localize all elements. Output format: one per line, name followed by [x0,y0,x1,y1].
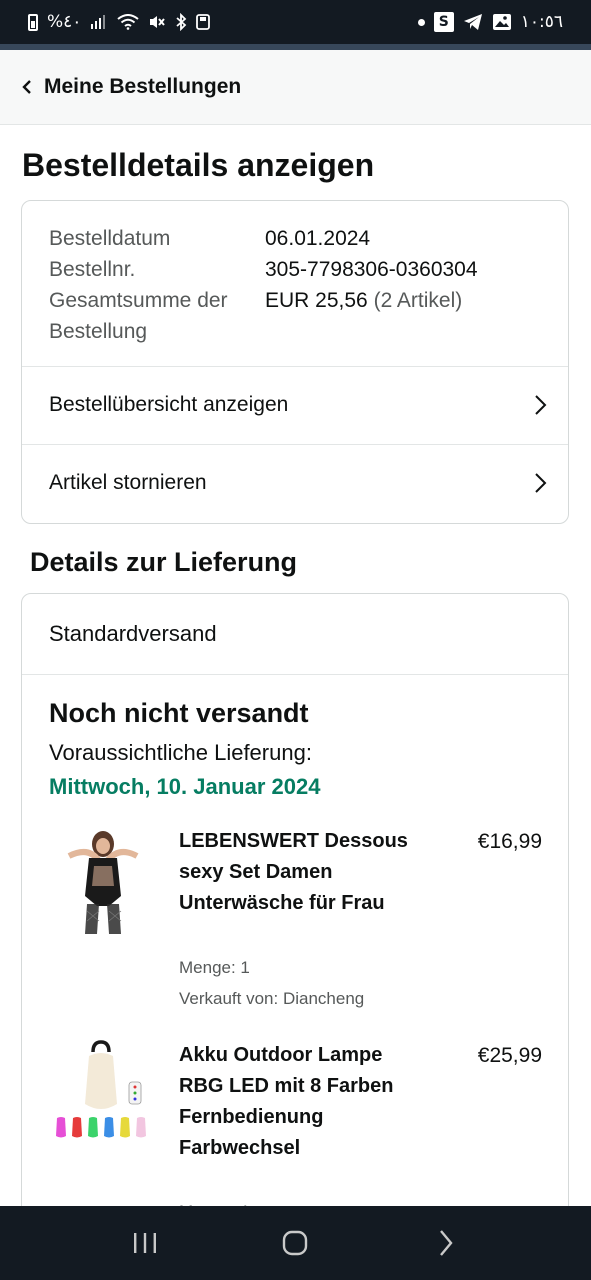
notification-dot-icon [417,18,425,26]
delivery-section-title: Details zur Lieferung [30,547,298,577]
item-quantity: Menge: 1 [179,1196,250,1206]
item-quantity: Menge: 1 [179,958,250,977]
chevron-right-icon [535,473,547,493]
item-price: €16,99 [477,830,542,853]
telegram-icon [463,14,482,30]
back-chevron-icon[interactable] [18,77,38,97]
eta-label: Voraussichtliche Lieferung: [49,740,312,765]
cancel-items-label: Artikel stornieren [49,471,207,494]
order-date-value: 06.01.2024 [265,227,371,250]
status-left: %٤٠ [28,12,211,32]
order-date-row: Bestelldatum 06.01.2024 [49,223,548,254]
bluetooth-icon [176,13,187,31]
order-item[interactable]: LEBENSWERT Dessous sexy Set Damen Unterw… [49,826,542,1016]
order-total-value: EUR 25,56 [265,289,368,312]
recent-apps-button[interactable] [115,1213,175,1273]
shipment-status: Noch nicht versandt [49,698,309,728]
order-overview-label: Bestellübersicht anzeigen [49,393,289,416]
home-icon [283,1230,308,1256]
back-nav-icon [439,1230,453,1256]
order-summary-card: Bestelldatum 06.01.2024 Bestellnr. 305-7… [21,200,569,524]
status-right: S ١٠:٥٦ [417,12,563,32]
battery-percent: %٤٠ [47,12,82,32]
header-title[interactable]: Meine Bestellungen [44,75,241,99]
s-app-icon: S [433,12,454,32]
home-button[interactable] [265,1213,325,1273]
cancel-items-link[interactable]: Artikel stornieren [22,444,568,522]
save-icon [196,14,211,30]
page-title: Bestelldetails anzeigen [22,147,375,183]
wifi-icon [117,14,140,30]
nav-header: Meine Bestellungen [0,50,591,125]
order-date-label: Bestelldatum [49,227,171,250]
order-total-value-wrap: EUR 25,56 (2 Artikel) [265,285,462,347]
system-nav-bar [0,1206,591,1280]
order-total-label: Gesamtsumme der Bestellung [49,289,228,343]
order-total-row: Gesamtsumme der Bestellung EUR 25,56 (2 … [49,285,548,347]
chevron-right-icon [535,395,547,415]
order-summary-grid: Bestelldatum 06.01.2024 Bestellnr. 305-7… [49,223,548,347]
status-bar: %٤٠ S ١٠:٥٦ [0,0,591,44]
mute-icon [150,16,166,28]
gallery-icon [492,14,511,30]
signal-icon [91,15,106,29]
order-number-label: Bestellnr. [49,258,136,281]
recent-apps-icon [134,1233,157,1253]
product-image-lingerie[interactable] [49,826,157,936]
item-name[interactable]: LEBENSWERT Dessous sexy Set Damen Unterw… [179,826,419,919]
order-item-count: (2 Artikel) [373,289,463,312]
order-number-row: Bestellnr. 305-7798306-0360304 [49,254,548,285]
product-image-lamp[interactable] [49,1040,157,1150]
main-content[interactable]: Bestelldetails anzeigen Bestelldatum 06.… [0,125,591,1206]
item-seller: Verkauft von: Diancheng [179,989,365,1008]
delivery-card: Standardversand Noch nicht versandt Vora… [21,593,569,1206]
order-item[interactable]: Akku Outdoor Lampe RBG LED mit 8 Farben … [49,1040,542,1206]
order-number-value: 305-7798306-0360304 [265,258,478,281]
item-price: €25,99 [477,1044,542,1067]
clock: ١٠:٥٦ [520,12,563,32]
battery-icon [28,13,38,31]
order-overview-link[interactable]: Bestellübersicht anzeigen [22,366,568,444]
divider [22,674,568,675]
back-button[interactable] [416,1213,476,1273]
eta-date: Mittwoch, 10. Januar 2024 [49,774,321,799]
item-name[interactable]: Akku Outdoor Lampe RBG LED mit 8 Farben … [179,1040,419,1164]
shipping-method: Standardversand [49,621,217,646]
